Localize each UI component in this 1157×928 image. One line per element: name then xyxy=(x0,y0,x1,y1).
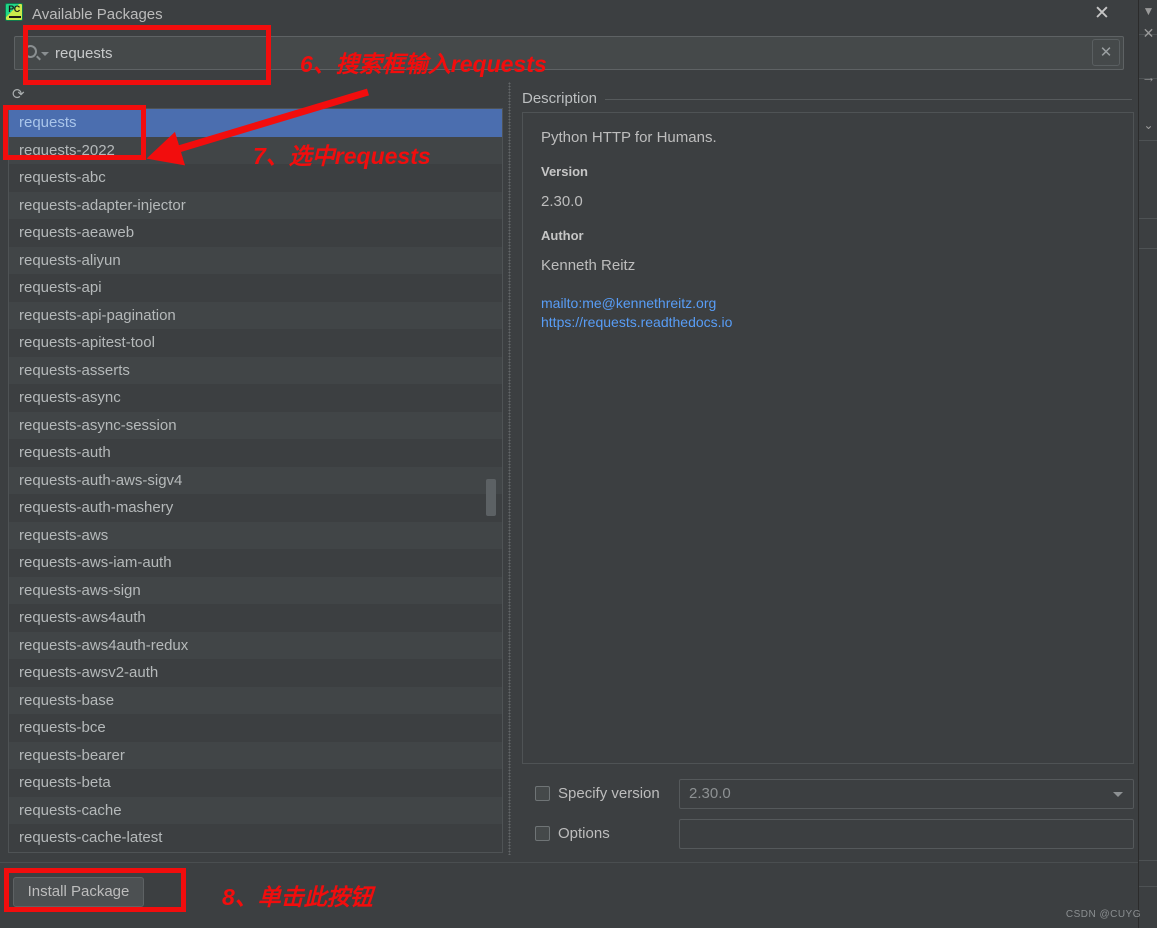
annotation-arrow xyxy=(146,88,370,166)
screenshot-root: ▼ ✕ → ⌄ PC Available Packages ✕ requests… xyxy=(0,0,1157,928)
description-label: Description xyxy=(522,88,606,110)
section-rule xyxy=(522,99,1132,100)
